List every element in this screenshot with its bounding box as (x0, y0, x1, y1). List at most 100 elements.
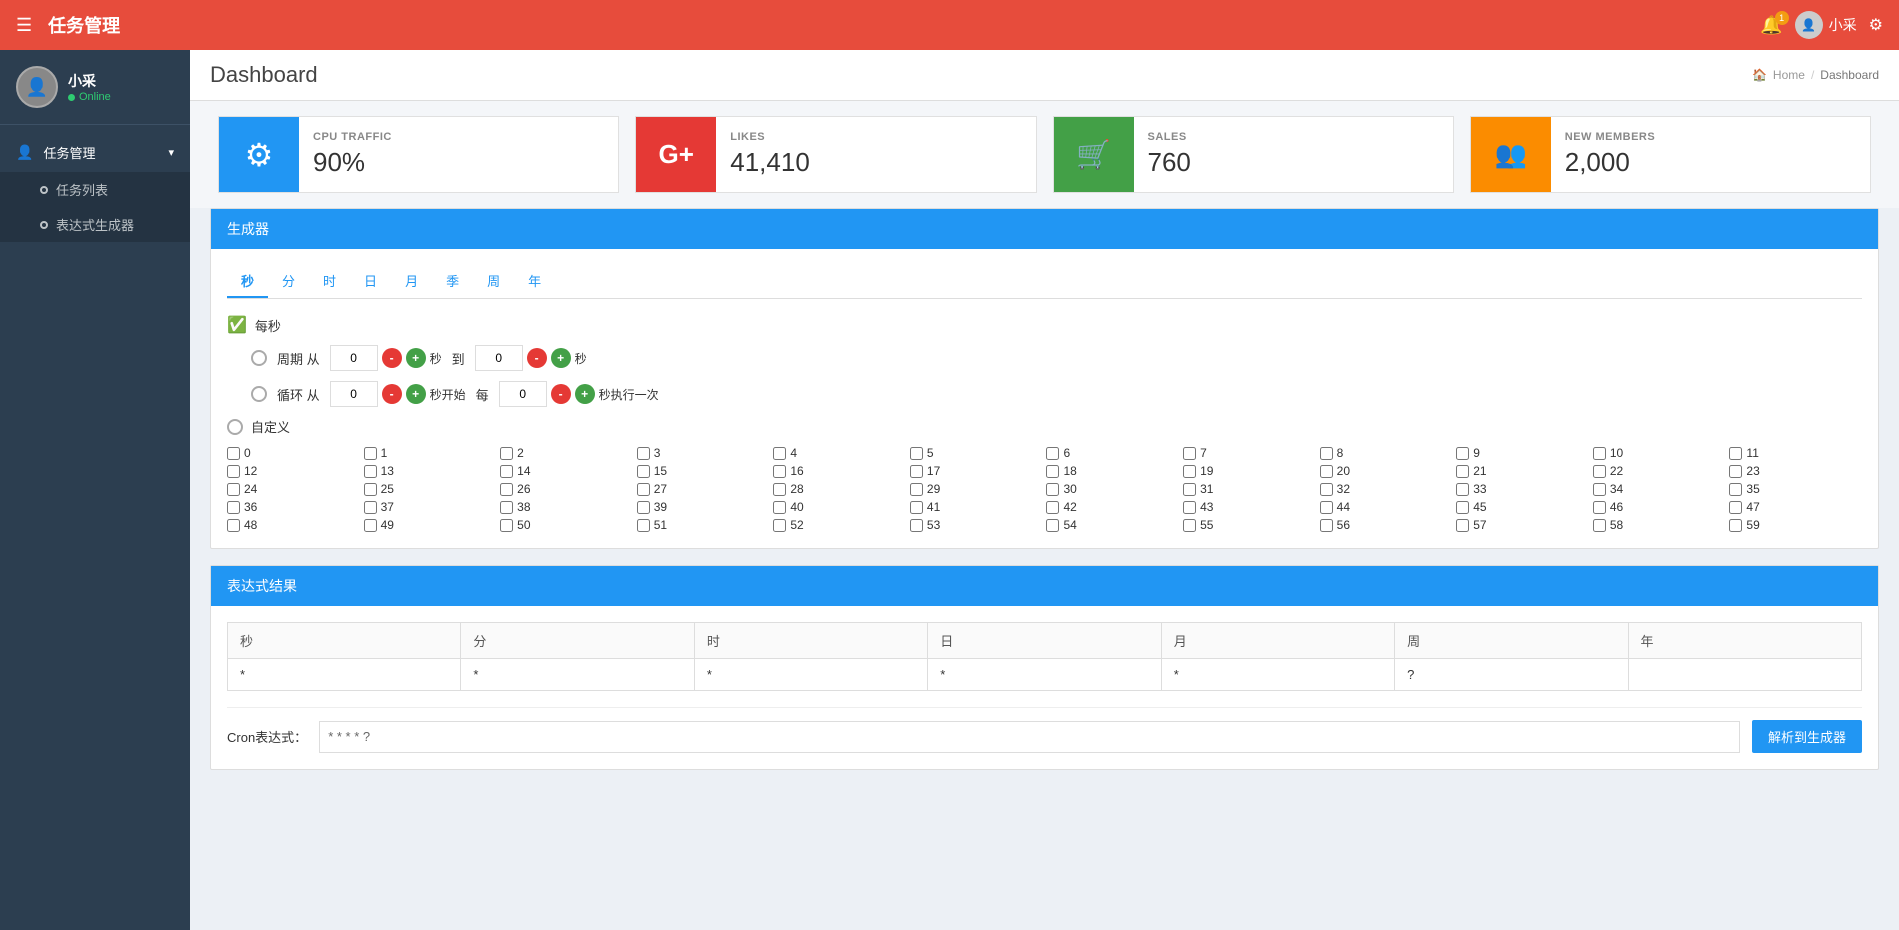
loop-from-input[interactable] (330, 381, 378, 407)
num-checkbox-47[interactable] (1729, 501, 1742, 514)
num-checkbox-14[interactable] (500, 465, 513, 478)
period-from-plus[interactable]: + (406, 348, 426, 368)
num-checkbox-20[interactable] (1320, 465, 1333, 478)
num-checkbox-30[interactable] (1046, 483, 1059, 496)
tab-day[interactable]: 日 (350, 265, 391, 298)
cron-input-row: Cron表达式： 解析到生成器 (227, 707, 1862, 753)
tab-minute[interactable]: 分 (268, 265, 309, 298)
num-checkbox-54[interactable] (1046, 519, 1059, 532)
user-area[interactable]: 👤 小采 (1795, 11, 1857, 39)
num-checkbox-1[interactable] (364, 447, 377, 460)
loop-exec-input[interactable] (499, 381, 547, 407)
num-checkbox-41[interactable] (910, 501, 923, 514)
num-checkbox-12[interactable] (227, 465, 240, 478)
num-checkbox-7[interactable] (1183, 447, 1196, 460)
num-checkbox-3[interactable] (637, 447, 650, 460)
num-checkbox-10[interactable] (1593, 447, 1606, 460)
num-checkbox-19[interactable] (1183, 465, 1196, 478)
tab-week[interactable]: 周 (473, 265, 514, 298)
num-checkbox-23[interactable] (1729, 465, 1742, 478)
num-checkbox-26[interactable] (500, 483, 513, 496)
period-to-plus[interactable]: + (551, 348, 571, 368)
num-checkbox-29[interactable] (910, 483, 923, 496)
num-checkbox-22[interactable] (1593, 465, 1606, 478)
num-checkbox-48[interactable] (227, 519, 240, 532)
num-checkbox-21[interactable] (1456, 465, 1469, 478)
sidebar-item-task-list[interactable]: 任务列表 (0, 172, 190, 207)
loop-from-minus[interactable]: - (382, 384, 402, 404)
num-checkbox-4[interactable] (773, 447, 786, 460)
sidebar-item-expr-gen[interactable]: 表达式生成器 (0, 207, 190, 242)
num-checkbox-11[interactable] (1729, 447, 1742, 460)
loop-every-label: 每 (476, 385, 489, 404)
period-radio[interactable] (251, 350, 267, 366)
period-to-minus[interactable]: - (527, 348, 547, 368)
parse-button[interactable]: 解析到生成器 (1752, 720, 1862, 753)
loop-radio[interactable] (251, 386, 267, 402)
tab-year[interactable]: 年 (514, 265, 555, 298)
tab-second[interactable]: 秒 (227, 265, 268, 298)
expression-value-row: * * * * * ? (228, 659, 1862, 691)
num-checkbox-5[interactable] (910, 447, 923, 460)
period-to-input[interactable] (475, 345, 523, 371)
hamburger-icon[interactable]: ☰ (16, 15, 32, 36)
content-area: Dashboard 🏠 Home / Dashboard ⚙ CPU TRAFF… (190, 50, 1899, 930)
num-checkbox-53[interactable] (910, 519, 923, 532)
num-checkbox-15[interactable] (637, 465, 650, 478)
num-checkbox-33[interactable] (1456, 483, 1469, 496)
custom-radio[interactable] (227, 419, 243, 435)
period-from-minus[interactable]: - (382, 348, 402, 368)
num-checkbox-57[interactable] (1456, 519, 1469, 532)
num-checkbox-43[interactable] (1183, 501, 1196, 514)
tab-month[interactable]: 月 (391, 265, 432, 298)
num-checkbox-40[interactable] (773, 501, 786, 514)
num-checkbox-31[interactable] (1183, 483, 1196, 496)
num-checkbox-45[interactable] (1456, 501, 1469, 514)
num-checkbox-2[interactable] (500, 447, 513, 460)
settings-icon[interactable]: ⚙ (1869, 15, 1883, 35)
num-checkbox-28[interactable] (773, 483, 786, 496)
num-checkbox-18[interactable] (1046, 465, 1059, 478)
num-checkbox-37[interactable] (364, 501, 377, 514)
app-title: 任务管理 (48, 12, 120, 38)
num-checkbox-52[interactable] (773, 519, 786, 532)
num-checkbox-32[interactable] (1320, 483, 1333, 496)
num-checkbox-42[interactable] (1046, 501, 1059, 514)
loop-exec-plus[interactable]: + (575, 384, 595, 404)
num-checkbox-49[interactable] (364, 519, 377, 532)
num-checkbox-39[interactable] (637, 501, 650, 514)
sidebar-item-task-mgmt[interactable]: 👤 任务管理 ▾ (0, 133, 190, 172)
num-checkbox-55[interactable] (1183, 519, 1196, 532)
num-checkbox-25[interactable] (364, 483, 377, 496)
num-checkbox-50[interactable] (500, 519, 513, 532)
num-checkbox-46[interactable] (1593, 501, 1606, 514)
notification-bell[interactable]: 🔔 1 (1760, 15, 1782, 36)
num-checkbox-59[interactable] (1729, 519, 1742, 532)
num-checkbox-58[interactable] (1593, 519, 1606, 532)
num-checkbox-51[interactable] (637, 519, 650, 532)
loop-exec-minus[interactable]: - (551, 384, 571, 404)
loop-from-plus[interactable]: + (406, 384, 426, 404)
period-from-input[interactable] (330, 345, 378, 371)
num-checkbox-6[interactable] (1046, 447, 1059, 460)
num-checkbox-38[interactable] (500, 501, 513, 514)
num-checkbox-44[interactable] (1320, 501, 1333, 514)
num-checkbox-34[interactable] (1593, 483, 1606, 496)
cron-expression-input[interactable] (319, 721, 1740, 753)
num-checkbox-0[interactable] (227, 447, 240, 460)
num-checkbox-9[interactable] (1456, 447, 1469, 460)
num-checkbox-16[interactable] (773, 465, 786, 478)
num-checkbox-27[interactable] (637, 483, 650, 496)
num-cell-26: 26 (500, 482, 633, 496)
members-stat-info: NEW MEMBERS 2,000 (1551, 117, 1669, 192)
every-second-check-icon[interactable]: ✅ (227, 315, 247, 335)
num-checkbox-17[interactable] (910, 465, 923, 478)
num-checkbox-8[interactable] (1320, 447, 1333, 460)
tab-hour[interactable]: 时 (309, 265, 350, 298)
num-checkbox-35[interactable] (1729, 483, 1742, 496)
num-checkbox-36[interactable] (227, 501, 240, 514)
num-checkbox-24[interactable] (227, 483, 240, 496)
num-checkbox-13[interactable] (364, 465, 377, 478)
num-checkbox-56[interactable] (1320, 519, 1333, 532)
tab-quarter[interactable]: 季 (432, 265, 473, 298)
